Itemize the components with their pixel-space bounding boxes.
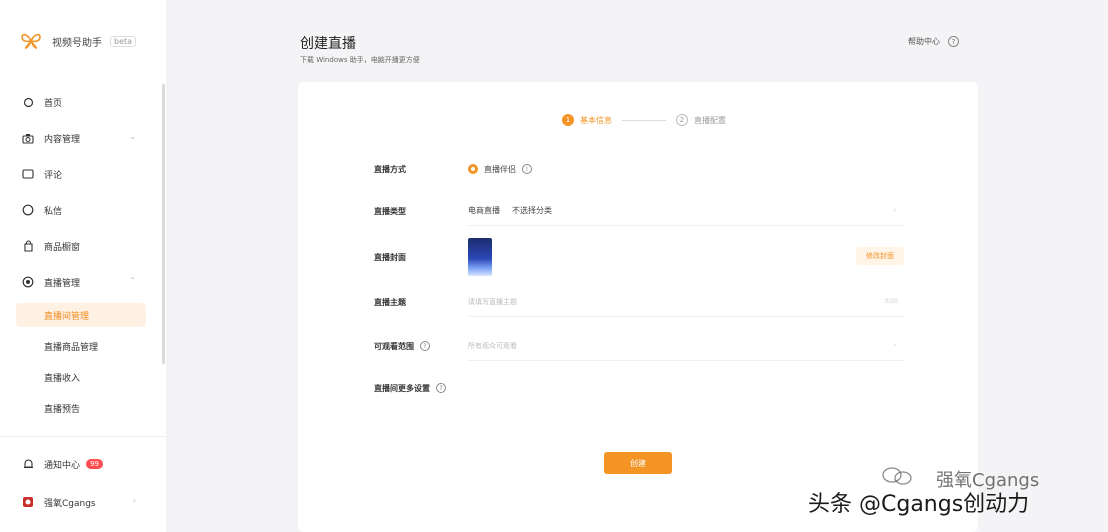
method-option[interactable]: 直播伴侣 ! xyxy=(468,154,904,184)
live-icon xyxy=(22,276,34,288)
sidebar: 视频号助手 beta 首页 内容管理 ⌄ 评论 私信 商品橱窗 直播管理 ⌃ 直… xyxy=(0,0,166,532)
sidebar-item-comments[interactable]: 评论 xyxy=(0,160,166,188)
sidebar-subitem-label: 直播收入 xyxy=(44,373,81,384)
step-label: 基本信息 xyxy=(580,115,612,125)
step-number: 1 xyxy=(562,114,574,126)
step-number: 2 xyxy=(676,114,688,126)
method-label: 直播方式 xyxy=(374,164,406,174)
type-value-primary: 电商直播 xyxy=(468,206,500,215)
more-settings-label[interactable]: 直播间更多设置 ? xyxy=(374,383,446,394)
notifications-label: 通知中心 xyxy=(44,460,81,471)
bell-icon xyxy=(22,458,34,470)
chevron-right-icon: › xyxy=(132,496,136,505)
visible-label: 可观看范围 ? xyxy=(374,341,468,352)
sidebar-item-label: 商品橱窗 xyxy=(44,242,81,253)
steps: 1 基本信息 2 直播配置 xyxy=(562,114,726,126)
message-icon xyxy=(22,204,34,216)
visible-control: › xyxy=(468,331,904,361)
more-settings-text: 直播间更多设置 xyxy=(374,383,430,393)
sidebar-item-shop[interactable]: 商品橱窗 xyxy=(0,232,166,260)
page-title: 创建直播 xyxy=(300,36,356,52)
wechat-watermark-icon xyxy=(882,467,912,485)
sidebar-item-notifications[interactable]: 通知中心 99 xyxy=(0,450,166,478)
sidebar-item-home[interactable]: 首页 xyxy=(0,88,166,116)
step-label: 直播配置 xyxy=(694,115,726,125)
sidebar-item-label: 私信 xyxy=(44,206,63,217)
sidebar-item-messages[interactable]: 私信 xyxy=(0,196,166,224)
type-select[interactable]: 电商直播 不选择分类 › xyxy=(468,196,904,226)
step-live-config[interactable]: 2 直播配置 xyxy=(676,114,726,126)
camera-icon xyxy=(22,132,34,144)
avatar xyxy=(22,496,34,508)
cover-control: 修改封面 xyxy=(468,237,904,277)
sidebar-subitem-live-room[interactable]: 直播间管理 xyxy=(16,303,146,327)
radio-selected-icon[interactable] xyxy=(468,164,478,174)
brand[interactable]: 视频号助手 beta xyxy=(20,30,137,52)
form-row-method: 直播方式 直播伴侣 ! xyxy=(374,154,904,184)
bag-icon xyxy=(22,240,34,252)
topic-control: 0/20 xyxy=(468,287,904,317)
sidebar-item-live[interactable]: 直播管理 ⌃ xyxy=(0,268,166,296)
notification-count-badge: 99 xyxy=(86,459,103,469)
home-icon xyxy=(22,96,34,108)
comment-icon xyxy=(22,168,34,180)
type-label: 直播类型 xyxy=(374,206,406,216)
form-row-topic: 直播主题 0/20 xyxy=(374,287,904,317)
sidebar-subitem-live-income[interactable]: 直播收入 xyxy=(16,365,146,389)
sidebar-scrollbar[interactable] xyxy=(162,84,165,364)
account-name: 强氧Cgangs xyxy=(44,498,96,509)
sidebar-item-label: 内容管理 xyxy=(44,134,81,145)
help-icon: ? xyxy=(948,36,959,47)
step-basic-info[interactable]: 1 基本信息 xyxy=(562,114,612,126)
visible-select[interactable] xyxy=(468,331,904,361)
form-row-more: 直播间更多设置 ? xyxy=(374,373,904,403)
step-connector xyxy=(622,119,666,121)
beta-badge: beta xyxy=(110,35,137,47)
sidebar-item-label: 评论 xyxy=(44,170,63,181)
sidebar-item-content[interactable]: 内容管理 ⌄ xyxy=(0,124,166,152)
page-subtitle[interactable]: 下载 Windows 助手，电脑开播更方便 xyxy=(300,55,420,65)
cover-label: 直播封面 xyxy=(374,252,406,262)
sidebar-divider xyxy=(0,436,166,437)
cover-thumbnail[interactable] xyxy=(468,238,492,276)
help-center-link[interactable]: 帮助中心 ? xyxy=(908,36,959,47)
topic-label: 直播主题 xyxy=(374,297,406,307)
sidebar-item-label: 首页 xyxy=(44,98,63,109)
sidebar-subitem-label: 直播预告 xyxy=(44,404,81,415)
sidebar-subitem-live-goods[interactable]: 直播商品管理 xyxy=(16,334,146,358)
question-icon[interactable]: ? xyxy=(420,341,430,351)
topic-input[interactable] xyxy=(468,287,904,317)
create-button[interactable]: 创建 xyxy=(604,452,672,474)
info-icon[interactable]: ! xyxy=(522,164,532,174)
brand-name: 视频号助手 xyxy=(52,37,102,49)
visible-label-text: 可观看范围 xyxy=(374,341,414,351)
sidebar-item-account[interactable]: 强氧Cgangs › xyxy=(0,488,166,516)
sidebar-item-label: 直播管理 xyxy=(44,278,81,289)
sidebar-subitem-label: 直播间管理 xyxy=(44,311,90,322)
chevron-up-icon: ⌃ xyxy=(129,276,136,285)
form-row-cover: 直播封面 修改封面 xyxy=(374,237,904,277)
help-center-label: 帮助中心 xyxy=(908,37,940,46)
chevron-right-icon: › xyxy=(893,206,896,214)
question-icon[interactable]: ? xyxy=(436,383,446,393)
topic-char-counter: 0/20 xyxy=(884,298,898,305)
type-value-secondary: 不选择分类 xyxy=(512,206,552,215)
sidebar-subitem-live-preview[interactable]: 直播预告 xyxy=(16,396,146,420)
watermark-source: 头条 @Cgangs创动力 xyxy=(808,492,1030,517)
change-cover-button[interactable]: 修改封面 xyxy=(856,247,904,265)
sidebar-subitem-label: 直播商品管理 xyxy=(44,342,99,353)
form-row-type: 直播类型 电商直播 不选择分类 › xyxy=(374,196,904,226)
butterfly-logo-icon xyxy=(21,33,41,49)
create-live-card: 1 基本信息 2 直播配置 直播方式 直播伴侣 ! 直播类型 电商直播 不选择分… xyxy=(298,82,978,532)
chevron-right-icon: › xyxy=(893,341,896,349)
chevron-down-icon: ⌄ xyxy=(129,132,136,141)
method-option-label: 直播伴侣 xyxy=(484,164,516,174)
form-row-visible: 可观看范围 ? › xyxy=(374,331,904,361)
